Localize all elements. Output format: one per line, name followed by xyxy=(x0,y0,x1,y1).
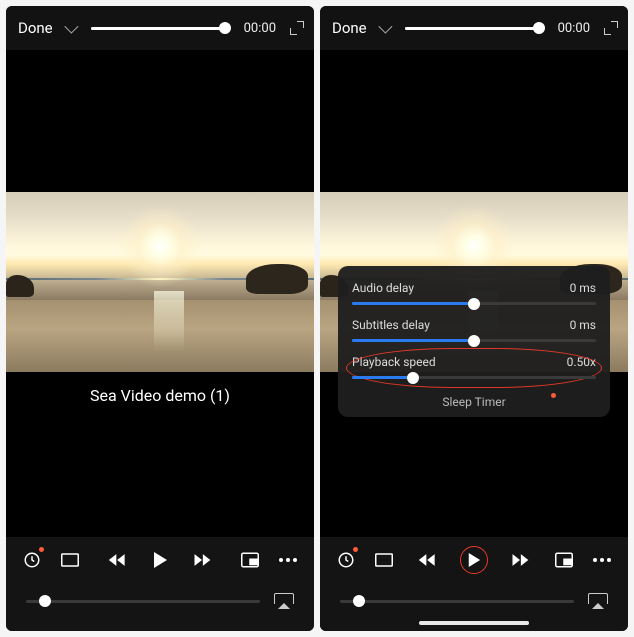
more-icon[interactable] xyxy=(278,550,298,570)
volume-slider[interactable] xyxy=(340,600,574,603)
subtitles-delay-slider[interactable] xyxy=(352,339,596,342)
more-icon[interactable] xyxy=(592,550,612,570)
audio-delay-row: Audio delay 0 ms xyxy=(352,278,596,298)
skip-back-icon[interactable] xyxy=(418,550,438,570)
audio-delay-slider[interactable] xyxy=(352,302,596,305)
player-topbar: Done 00:00 xyxy=(320,6,628,50)
subtitles-delay-value: 0 ms xyxy=(570,318,596,332)
done-button[interactable]: Done xyxy=(332,19,367,37)
home-indicator[interactable] xyxy=(419,621,529,625)
skip-forward-icon[interactable] xyxy=(510,550,530,570)
playback-speed-label: Playback speed xyxy=(352,355,436,369)
chevron-down-icon[interactable] xyxy=(64,20,78,34)
aspect-ratio-icon[interactable] xyxy=(60,550,80,570)
scrubber-slider[interactable] xyxy=(405,27,542,30)
play-icon[interactable] xyxy=(460,546,488,574)
video-viewport[interactable]: Sea Video demo (1) xyxy=(6,50,314,537)
play-icon[interactable] xyxy=(150,550,170,570)
volume-slider[interactable] xyxy=(26,600,260,603)
skip-back-icon[interactable] xyxy=(108,550,128,570)
time-remaining: 00:00 xyxy=(244,21,276,36)
playback-speed-row: Playback speed 0.50x xyxy=(352,352,596,372)
clock-icon[interactable] xyxy=(22,550,42,570)
scrubber-slider[interactable] xyxy=(91,27,228,30)
skip-forward-icon[interactable] xyxy=(192,550,212,570)
audio-delay-label: Audio delay xyxy=(352,281,414,295)
chevron-down-icon[interactable] xyxy=(378,20,392,34)
playback-speed-slider[interactable] xyxy=(352,376,596,379)
playback-toolbar xyxy=(6,537,314,583)
playback-settings-panel: Audio delay 0 ms Subtitles delay 0 ms Pl… xyxy=(338,266,610,417)
airplay-icon[interactable] xyxy=(274,593,294,609)
clock-icon[interactable] xyxy=(336,550,356,570)
subtitles-delay-label: Subtitles delay xyxy=(352,318,430,332)
notification-dot xyxy=(39,547,44,552)
video-viewport[interactable]: Audio delay 0 ms Subtitles delay 0 ms Pl… xyxy=(320,50,628,537)
subtitles-delay-row: Subtitles delay 0 ms xyxy=(352,315,596,335)
time-remaining: 00:00 xyxy=(558,21,590,36)
fullscreen-icon[interactable] xyxy=(290,21,304,35)
audio-delay-value: 0 ms xyxy=(570,281,596,295)
notification-dot xyxy=(551,393,556,398)
pip-icon[interactable] xyxy=(240,550,260,570)
airplay-icon[interactable] xyxy=(588,593,608,609)
aspect-ratio-icon[interactable] xyxy=(374,550,394,570)
sleep-timer-button[interactable]: Sleep Timer xyxy=(352,389,596,411)
video-frame xyxy=(6,192,314,372)
notification-dot xyxy=(353,547,358,552)
pip-icon[interactable] xyxy=(554,550,574,570)
playback-speed-value: 0.50x xyxy=(567,355,596,369)
secondary-bar xyxy=(6,583,314,631)
player-topbar: Done 00:00 xyxy=(6,6,314,50)
phone-screen-right: Done 00:00 Audio delay 0 ms Subtitl xyxy=(320,6,628,631)
playback-toolbar xyxy=(320,537,628,583)
phone-screen-left: Done 00:00 Sea Video demo (1) xyxy=(6,6,314,631)
fullscreen-icon[interactable] xyxy=(604,21,618,35)
video-title: Sea Video demo (1) xyxy=(6,386,314,405)
done-button[interactable]: Done xyxy=(18,19,53,37)
